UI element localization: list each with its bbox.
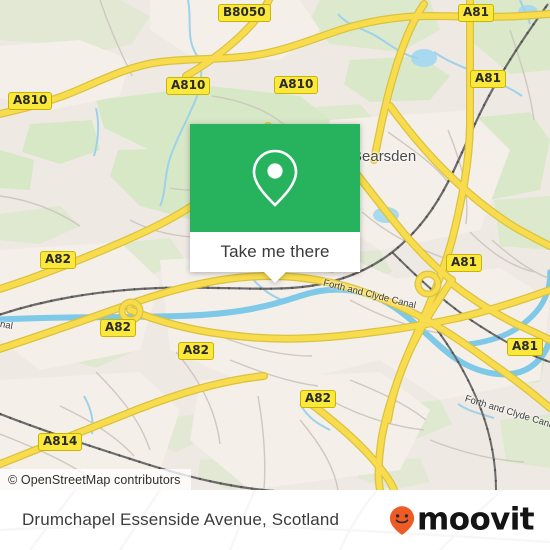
road-shield: A82 [40,251,76,269]
road-shield: A810 [274,76,319,94]
location-pin-icon [252,149,298,207]
road-shield: A81 [446,254,482,272]
road-shield: A814 [38,433,83,451]
destination-callout[interactable]: Take me there [190,124,360,283]
road-shield: A81 [507,338,543,356]
moovit-map-screen: B8050 A81 A810 A810 A81 A810 A82 A81 A82… [0,0,550,550]
callout-tail [264,272,286,283]
moovit-wordmark: moovit [417,501,535,538]
moovit-logo[interactable]: moovit [389,501,535,538]
road-shield: A82 [300,390,336,408]
map-attribution[interactable]: © OpenStreetMap contributors [0,469,191,490]
road-shield: A81 [458,4,494,22]
footer-bar: Drumchapel Essenside Avenue, Scotland mo… [0,490,550,550]
road-shield: A82 [100,319,136,337]
road-shield: A82 [178,342,214,360]
road-shield: A810 [166,77,211,95]
place-label-bearsden: Bearsden [352,148,417,165]
callout-header [190,124,360,232]
canal-label: nal [0,318,14,333]
moovit-smiley-pin-icon [389,505,415,535]
take-me-there-button[interactable]: Take me there [190,232,360,272]
take-me-there-label: Take me there [220,242,330,261]
map-canvas[interactable]: B8050 A81 A810 A810 A81 A810 A82 A81 A82… [0,0,550,490]
road-shield: B8050 [218,4,271,22]
road-shield: A81 [470,70,506,88]
page-title: Drumchapel Essenside Avenue, Scotland [22,510,340,529]
attribution-text: © OpenStreetMap contributors [8,472,181,487]
road-shield: A810 [8,92,53,110]
